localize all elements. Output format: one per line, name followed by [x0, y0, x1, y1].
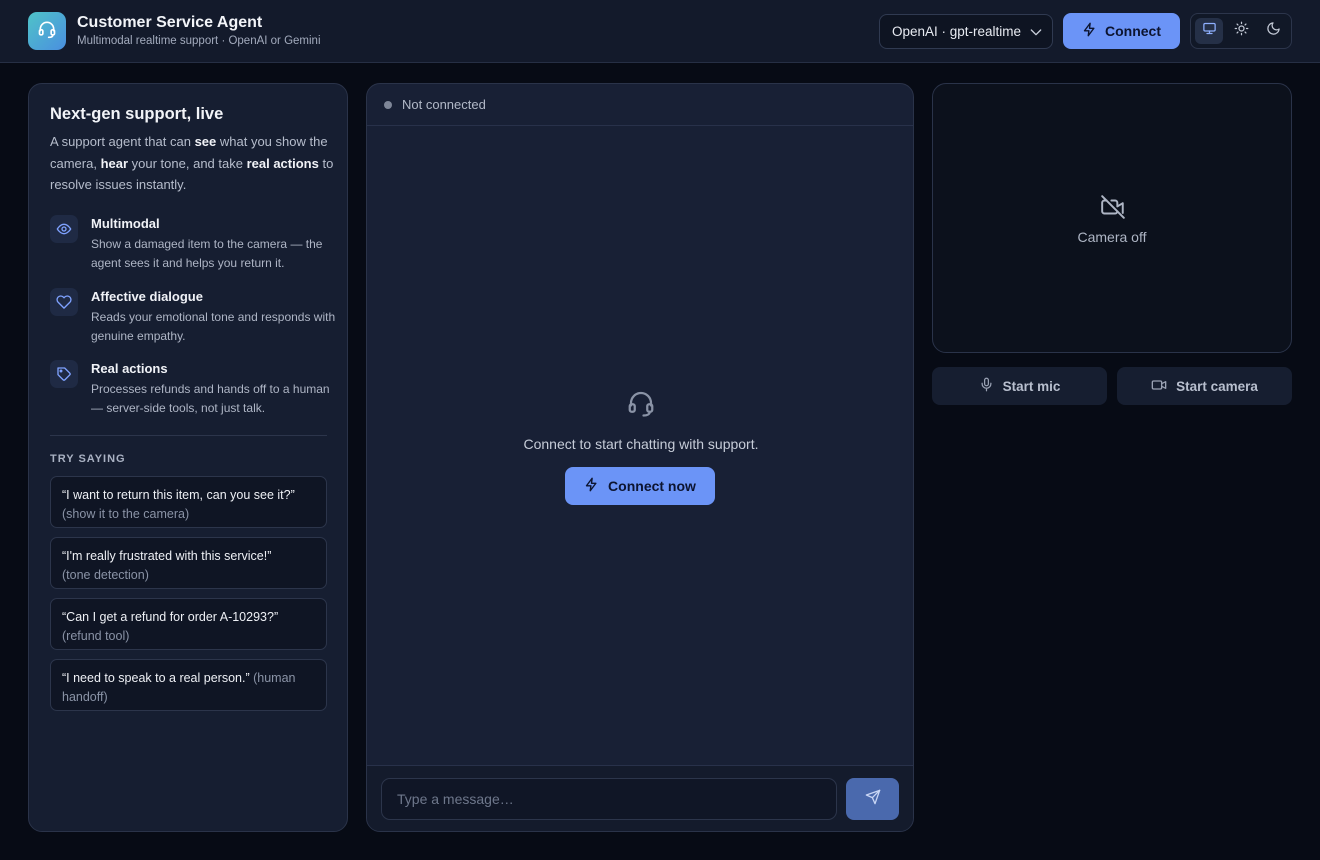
prompt-quote: “I want to return this item, can you see…	[62, 488, 295, 502]
app-logo	[28, 12, 66, 50]
theme-system-button[interactable]	[1195, 18, 1223, 44]
prompt-hint: (show it to the camera)	[62, 507, 190, 521]
theme-switcher	[1190, 13, 1292, 49]
microphone-icon	[979, 377, 994, 395]
status-text: Not connected	[402, 97, 486, 112]
headset-icon	[626, 388, 656, 423]
feature-description: Show a damaged item to the camera — the …	[91, 237, 323, 270]
start-mic-button[interactable]: Start mic	[932, 367, 1107, 405]
headset-icon	[37, 19, 57, 44]
try-prompt-card[interactable]: “I'm really frustrated with this service…	[50, 537, 327, 589]
send-icon	[865, 789, 881, 810]
status-dot	[384, 100, 392, 109]
theme-light-button[interactable]	[1227, 18, 1255, 44]
monitor-icon	[1202, 21, 1217, 41]
lightning-icon	[584, 477, 599, 495]
info-panel-title: Next-gen support, live	[50, 105, 224, 123]
theme-dark-button[interactable]	[1259, 18, 1287, 44]
sun-icon	[1234, 21, 1249, 41]
connection-status: Not connected	[367, 84, 913, 126]
chevron-down-icon	[1028, 24, 1044, 43]
divider	[50, 435, 327, 436]
start-mic-label: Start mic	[1002, 378, 1061, 394]
video-camera-icon	[1151, 377, 1167, 396]
start-camera-label: Start camera	[1176, 378, 1258, 394]
feature-description: Reads your emotional tone and responds w…	[91, 310, 336, 343]
heart-icon	[50, 288, 78, 316]
composer	[367, 765, 913, 831]
app-subtitle: Multimodal realtime support · OpenAI or …	[77, 35, 321, 47]
feature-description: Processes refunds and hands off to a hum…	[91, 382, 330, 415]
feature-name: Affective dialogue	[91, 289, 203, 304]
feature-name: Multimodal	[91, 216, 160, 231]
prompt-quote: “I need to speak to a real person.”	[62, 671, 250, 685]
prompt-hint: (refund tool)	[62, 629, 130, 643]
moon-icon	[1266, 21, 1281, 41]
connect-now-button[interactable]: Connect now	[565, 467, 715, 505]
top-bar: Customer Service Agent Multimodal realti…	[0, 0, 1320, 63]
chat-panel: Not connected Connect to start chatting …	[366, 83, 914, 832]
try-prompt-card[interactable]: “I need to speak to a real person.” (hum…	[50, 659, 327, 711]
try-prompt-card[interactable]: “Can I get a refund for order A-10293?” …	[50, 598, 327, 650]
camera-status-text: Camera off	[1077, 229, 1147, 245]
try-prompt-card[interactable]: “I want to return this item, can you see…	[50, 476, 327, 528]
lightning-icon	[1082, 22, 1097, 40]
empty-state-text: Connect to start chatting with support.	[523, 436, 759, 452]
prompt-hint: (tone detection)	[62, 568, 149, 582]
connect-button[interactable]: Connect	[1063, 13, 1180, 49]
connect-button-label: Connect	[1105, 23, 1161, 39]
feature-affective-dialogue: Affective dialogue Reads your emotional …	[50, 288, 335, 348]
start-camera-button[interactable]: Start camera	[1117, 367, 1292, 405]
app-title: Customer Service Agent	[77, 14, 263, 31]
model-select[interactable]: OpenAI · gpt-realtime	[879, 14, 1053, 49]
camera-off-icon	[1100, 194, 1126, 225]
model-select-value: OpenAI · gpt-realtime	[892, 24, 1022, 39]
message-input[interactable]	[381, 778, 837, 820]
prompt-quote: “Can I get a refund for order A-10293?”	[62, 610, 279, 624]
feature-name: Real actions	[91, 361, 168, 376]
feature-real-actions: Real actions Processes refunds and hands…	[50, 360, 335, 420]
send-button[interactable]	[846, 778, 899, 820]
try-saying-label: TRY SAYING	[50, 453, 126, 465]
prompt-quote: “I'm really frustrated with this service…	[62, 549, 272, 563]
tag-icon	[50, 360, 78, 388]
feature-multimodal: Multimodal Show a damaged item to the ca…	[50, 215, 335, 275]
info-panel-intro: A support agent that can see what you sh…	[50, 134, 334, 192]
connect-now-label: Connect now	[608, 478, 696, 494]
info-panel: Next-gen support, live A support agent t…	[28, 83, 348, 832]
eye-icon	[50, 215, 78, 243]
camera-preview: Camera off	[932, 83, 1292, 353]
